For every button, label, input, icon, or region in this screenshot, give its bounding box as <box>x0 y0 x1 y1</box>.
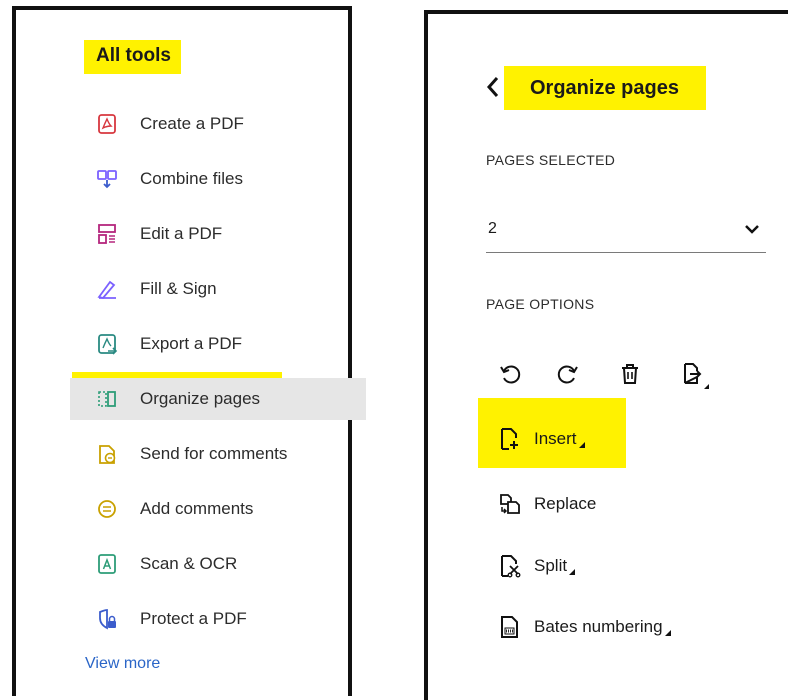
all-tools-panel: All tools Create a PDF Combine files Edi… <box>12 6 366 696</box>
tool-label: Protect a PDF <box>140 609 247 628</box>
tool-label: Send for comments <box>140 444 288 463</box>
organize-pages-title: Organize pages <box>504 66 706 110</box>
chevron-down-icon[interactable] <box>744 222 760 240</box>
tool-label: Scan & OCR <box>140 554 238 573</box>
pages-selected-label: PAGES SELECTED <box>486 152 616 168</box>
tool-edit-pdf[interactable]: Edit a PDF <box>16 213 362 255</box>
tool-combine-files[interactable]: Combine files <box>16 158 362 200</box>
tool-label: Create a PDF <box>140 114 244 133</box>
tool-label: Export a PDF <box>140 334 243 353</box>
tool-organize-pages[interactable]: Organize pages <box>70 378 366 420</box>
rotate-right-icon[interactable] <box>554 360 582 388</box>
organize-pages-panel: Organize pages PAGES SELECTED 2 PAGE OPT… <box>424 10 788 700</box>
select-underline <box>486 252 766 253</box>
tool-label: Organize pages <box>140 389 261 408</box>
tool-send-for-comments[interactable]: Send for comments <box>16 433 362 475</box>
bates-numbering-label: Bates numbering <box>534 617 663 636</box>
export-pdf-icon <box>94 331 120 357</box>
menu-caret-icon <box>569 569 576 575</box>
replace-page-icon <box>496 490 524 518</box>
split-option[interactable]: Split <box>496 548 576 584</box>
back-chevron-icon[interactable] <box>486 76 500 103</box>
delete-icon[interactable] <box>616 360 644 388</box>
page-options-label: PAGE OPTIONS <box>486 296 595 312</box>
tool-label: Edit a PDF <box>140 224 223 243</box>
rotate-left-icon[interactable] <box>496 360 524 388</box>
organize-pages-icon <box>94 386 120 412</box>
tool-scan-ocr[interactable]: Scan & OCR <box>16 543 362 585</box>
create-pdf-icon <box>94 111 120 137</box>
replace-label: Replace <box>534 494 597 513</box>
bates-numbering-icon <box>496 613 524 641</box>
tool-protect-pdf[interactable]: Protect a PDF <box>16 598 362 640</box>
add-comments-icon <box>94 496 120 522</box>
send-for-comments-icon <box>94 441 120 467</box>
replace-option[interactable]: Replace <box>496 486 596 522</box>
view-more-link[interactable]: View more <box>85 655 160 673</box>
pages-selected-value[interactable]: 2 <box>488 220 497 238</box>
scan-ocr-icon <box>94 551 120 577</box>
tool-label: Combine files <box>140 169 243 188</box>
insert-label: Insert <box>534 429 577 448</box>
tool-label: Add comments <box>140 499 254 518</box>
menu-caret-icon <box>704 384 709 389</box>
tool-fill-sign[interactable]: Fill & Sign <box>16 268 362 310</box>
insert-option[interactable]: Insert <box>496 421 585 457</box>
edit-pdf-icon <box>94 221 120 247</box>
fill-sign-icon <box>94 276 120 302</box>
combine-files-icon <box>94 166 120 192</box>
tool-export-pdf[interactable]: Export a PDF <box>16 323 362 365</box>
extract-icon[interactable] <box>678 360 709 389</box>
bates-numbering-option[interactable]: Bates numbering <box>496 609 671 645</box>
menu-caret-icon <box>578 442 585 448</box>
split-icon <box>496 552 524 580</box>
menu-caret-icon <box>664 630 671 636</box>
protect-pdf-icon <box>94 606 120 632</box>
split-label: Split <box>534 556 568 575</box>
tool-add-comments[interactable]: Add comments <box>16 488 362 530</box>
all-tools-title: All tools <box>84 40 181 74</box>
insert-page-icon <box>496 425 524 453</box>
tool-create-pdf[interactable]: Create a PDF <box>16 103 362 145</box>
tool-label: Fill & Sign <box>140 279 217 298</box>
